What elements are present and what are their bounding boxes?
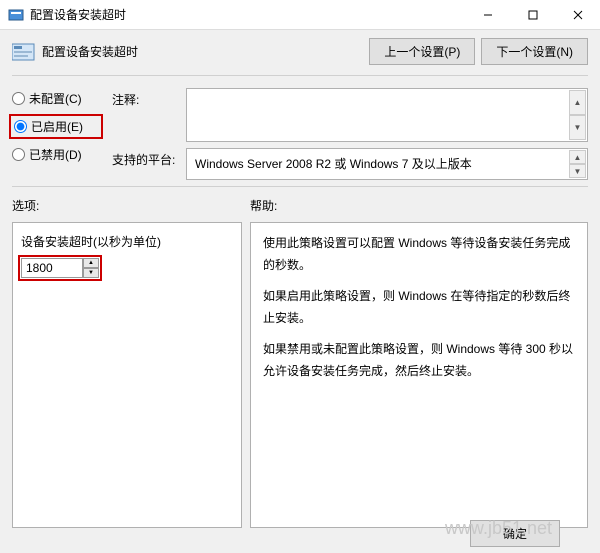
options-panel: 设备安装超时(以秒为单位) ▲ ▼	[12, 222, 242, 528]
scroll-down-icon[interactable]: ▼	[569, 115, 586, 140]
platform-label: 支持的平台:	[112, 148, 178, 168]
radio-label-not-configured: 未配置(C)	[29, 90, 82, 107]
header-row: 配置设备安装超时 上一个设置(P) 下一个设置(N)	[0, 30, 600, 73]
radio-label-enabled: 已启用(E)	[31, 118, 83, 135]
separator	[12, 186, 588, 187]
radio-input-enabled[interactable]	[14, 120, 27, 133]
header-title: 配置设备安装超时	[42, 43, 138, 60]
scroll-up-icon[interactable]: ▲	[569, 90, 586, 115]
help-text: 如果禁用或未配置此策略设置，则 Windows 等待 300 秒以允许设备安装任…	[263, 339, 575, 382]
separator	[12, 75, 588, 76]
radio-enabled[interactable]: 已启用(E)	[12, 117, 100, 136]
options-label: 选项:	[12, 197, 250, 214]
policy-icon	[12, 42, 36, 62]
help-label: 帮助:	[250, 197, 588, 214]
spinner-down-icon[interactable]: ▼	[83, 268, 99, 278]
radio-label-disabled: 已禁用(D)	[29, 146, 82, 163]
prev-setting-button[interactable]: 上一个设置(P)	[369, 38, 475, 65]
radio-not-configured[interactable]: 未配置(C)	[12, 90, 100, 107]
scroll-up-icon[interactable]: ▲	[569, 150, 586, 164]
radio-input-not-configured[interactable]	[12, 92, 25, 105]
platform-value: Windows Server 2008 R2 或 Windows 7 及以上版本	[195, 157, 472, 171]
radio-group: 未配置(C) 已启用(E) 已禁用(D)	[12, 88, 100, 180]
next-setting-button[interactable]: 下一个设置(N)	[481, 38, 588, 65]
help-text: 如果启用此策略设置，则 Windows 在等待指定的秒数后终止安装。	[263, 286, 575, 329]
titlebar: 配置设备安装超时	[0, 0, 600, 30]
help-panel: 使用此策略设置可以配置 Windows 等待设备安装任务完成的秒数。 如果启用此…	[250, 222, 588, 528]
minimize-button[interactable]	[465, 0, 510, 29]
timeout-label: 设备安装超时(以秒为单位)	[21, 233, 233, 250]
radio-disabled[interactable]: 已禁用(D)	[12, 146, 100, 163]
radio-input-disabled[interactable]	[12, 148, 25, 161]
window-title: 配置设备安装超时	[30, 6, 465, 23]
window-controls	[465, 0, 600, 29]
help-text: 使用此策略设置可以配置 Windows 等待设备安装任务完成的秒数。	[263, 233, 575, 276]
scroll-down-icon[interactable]: ▼	[569, 164, 586, 178]
spinner-up-icon[interactable]: ▲	[83, 258, 99, 268]
close-button[interactable]	[555, 0, 600, 29]
ok-button[interactable]: 确定	[470, 520, 560, 547]
comment-label: 注释:	[112, 88, 178, 108]
platform-box: Windows Server 2008 R2 或 Windows 7 及以上版本…	[186, 148, 588, 180]
app-icon	[8, 7, 24, 23]
timeout-input[interactable]	[21, 258, 83, 278]
comment-textarea[interactable]: ▲ ▼	[186, 88, 588, 142]
timeout-spinner[interactable]: ▲ ▼	[21, 258, 99, 278]
maximize-button[interactable]	[510, 0, 555, 29]
